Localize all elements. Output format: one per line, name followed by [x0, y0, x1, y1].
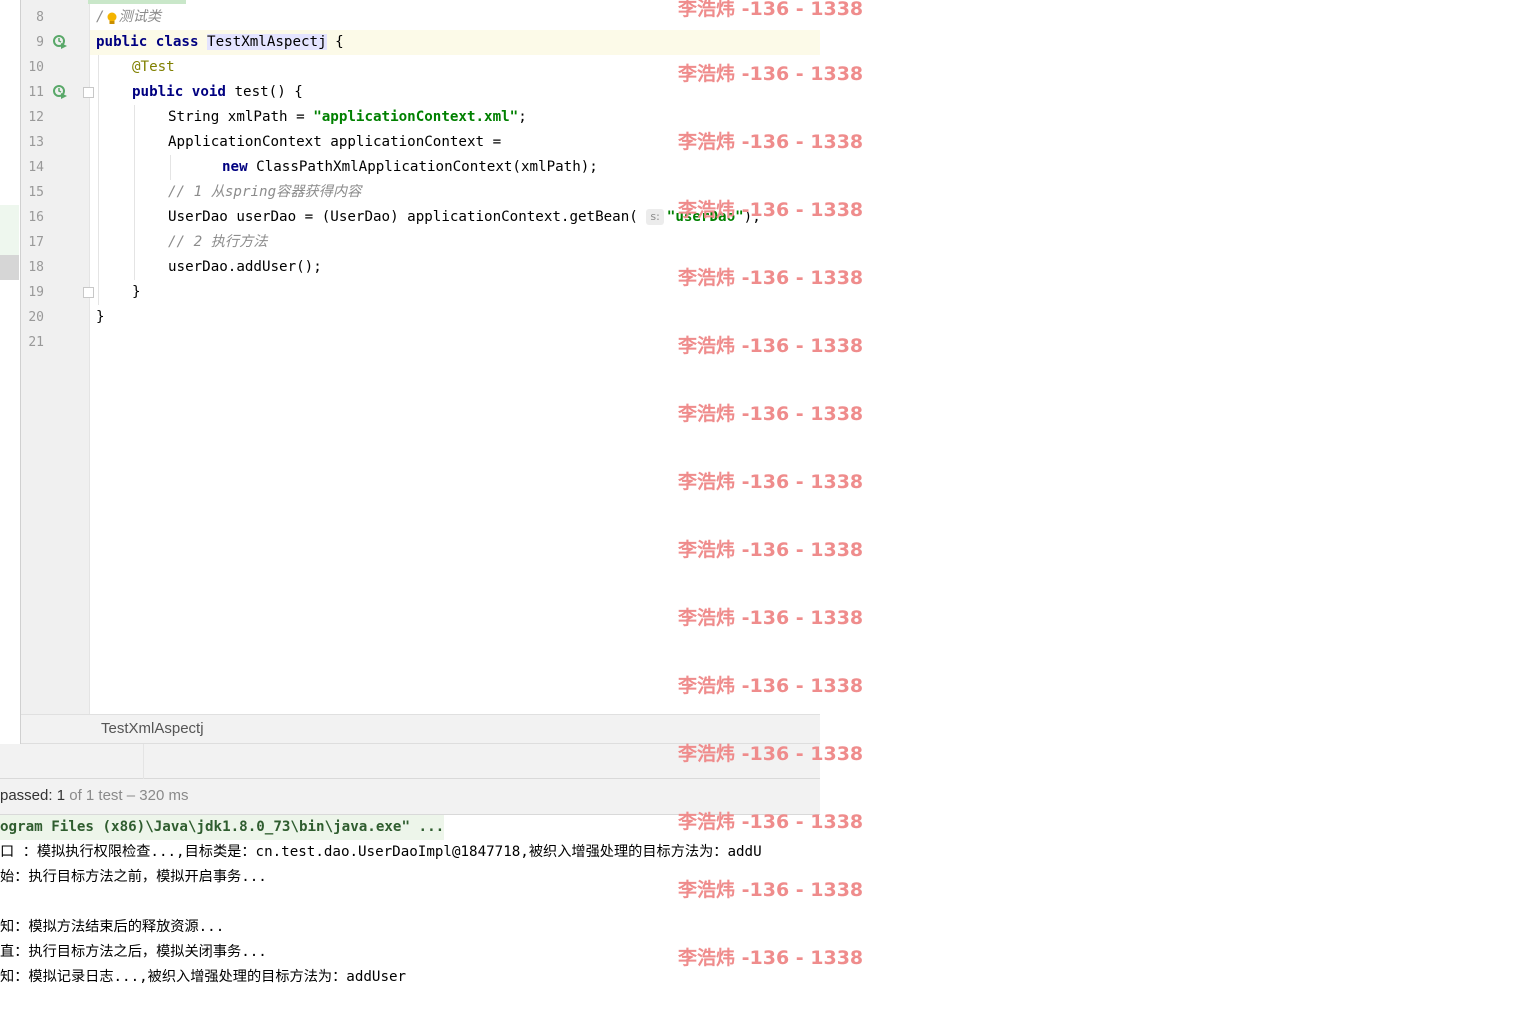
- indent-guide: [170, 155, 171, 180]
- watermark: 李浩炜 -136 - 1338: [678, 0, 864, 20]
- watermark: 李浩炜 -136 - 1338: [678, 675, 864, 697]
- code-line-12: String xmlPath = "applicationContext.xml…: [168, 105, 527, 130]
- code-line-19: }: [132, 284, 141, 300]
- line-number: 14: [28, 160, 44, 175]
- watermark: 李浩炜 -136 - 1338: [678, 403, 864, 425]
- code-line-18: userDao.addUser();: [168, 259, 322, 275]
- line-number: 17: [28, 235, 44, 250]
- console-line: 口 ：模拟执行权限检查...,目标类是：cn.test.dao.UserDaoI…: [0, 844, 762, 860]
- vcs-change-marker: [0, 255, 19, 280]
- line-number: 12: [28, 110, 44, 125]
- line-number: 20: [28, 310, 44, 325]
- code-line-10: @Test: [132, 55, 175, 80]
- console-command-line: ogram Files (x86)\Java\jdk1.8.0_73\bin\j…: [0, 815, 445, 840]
- watermark: 李浩炜 -136 - 1338: [678, 607, 864, 629]
- comment-token: /: [96, 9, 105, 25]
- watermark: 李浩炜 -136 - 1338: [678, 199, 864, 221]
- annotation-token: @Test: [132, 59, 175, 75]
- breadcrumb-item[interactable]: TestXmlAspectj: [101, 720, 204, 737]
- watermark: 李浩炜 -136 - 1338: [678, 63, 864, 85]
- change-marker: [88, 0, 186, 4]
- run-test-method-icon[interactable]: [52, 84, 68, 100]
- code-line-9: public class TestXmlAspectj {: [96, 30, 344, 55]
- code-token: test() {: [225, 84, 303, 100]
- watermark: 李浩炜 -136 - 1338: [678, 267, 864, 289]
- code-line-11: public void test() {: [132, 80, 303, 105]
- watermark: 李浩炜 -136 - 1338: [678, 471, 864, 493]
- watermark: 李浩炜 -136 - 1338: [678, 879, 864, 901]
- code-token: {: [326, 34, 344, 50]
- code-line-15: // 1 从spring容器获得内容: [168, 184, 362, 200]
- class-name-token: TestXmlAspectj: [207, 34, 327, 50]
- line-number: 13: [28, 135, 44, 150]
- console-output[interactable]: ogram Files (x86)\Java\jdk1.8.0_73\bin\j…: [0, 815, 820, 1017]
- console-line: 知：模拟记录日志...,被织入增强处理的目标方法为：addUser: [0, 969, 407, 985]
- line-number: 15: [28, 185, 44, 200]
- indent-guide: [98, 55, 99, 305]
- line-number: 19: [28, 285, 44, 300]
- line-number: 10: [28, 60, 44, 75]
- line-number: 21: [28, 335, 44, 350]
- code-token: UserDao userDao = (UserDao) applicationC…: [168, 209, 638, 225]
- watermark: 李浩炜 -136 - 1338: [678, 539, 864, 561]
- tests-passed-count: 1: [56, 787, 66, 804]
- comment-token: 测试类: [118, 9, 162, 25]
- line-number: 9: [36, 35, 44, 50]
- line-number: 18: [28, 260, 44, 275]
- tests-passed-label: passed:: [0, 787, 53, 804]
- code-line-20: }: [96, 309, 105, 325]
- indent-guide: [134, 105, 135, 280]
- code-token: ClassPathXmlApplicationContext(xmlPath);: [247, 159, 598, 175]
- code-line-16: UserDao userDao = (UserDao) applicationC…: [168, 205, 761, 230]
- watermark: 李浩炜 -136 - 1338: [678, 131, 864, 153]
- code-line-8: / 测试类: [96, 5, 161, 30]
- watermark: 李浩炜 -136 - 1338: [678, 335, 864, 357]
- toolbar-separator: [143, 744, 144, 779]
- fold-marker-icon[interactable]: [83, 287, 94, 298]
- fold-marker-icon[interactable]: [83, 87, 94, 98]
- run-test-class-icon[interactable]: [52, 34, 68, 50]
- string-token: "applicationContext.xml": [313, 109, 519, 125]
- watermark: 李浩炜 -136 - 1338: [678, 743, 864, 765]
- line-number: 11: [28, 85, 44, 100]
- tests-detail: of 1 test – 320 ms: [69, 787, 189, 804]
- code-line-14: new ClassPathXmlApplicationContext(xmlPa…: [222, 155, 598, 180]
- vcs-change-marker: [0, 205, 19, 255]
- left-tool-strip: [0, 0, 21, 744]
- line-number: 8: [36, 10, 44, 25]
- keyword-token: public void: [132, 84, 226, 100]
- watermark: 李浩炜 -136 - 1338: [678, 947, 864, 969]
- keyword-token: public class: [96, 34, 199, 50]
- code-token: String xmlPath =: [168, 109, 314, 125]
- line-number: 16: [28, 210, 44, 225]
- keyword-token: new: [222, 159, 248, 175]
- code-token: ;: [518, 109, 527, 125]
- watermark: 李浩炜 -136 - 1338: [678, 811, 864, 833]
- console-line: 直：执行目标方法之后，模拟关闭事务...: [0, 944, 267, 960]
- code-line-17: // 2 执行方法: [168, 234, 268, 250]
- console-line: 知：模拟方法结束后的释放资源...: [0, 919, 225, 935]
- console-line: 始：执行目标方法之前，模拟开启事务...: [0, 869, 267, 885]
- code-line-13: ApplicationContext applicationContext =: [168, 134, 502, 150]
- parameter-hint: s:: [646, 209, 664, 225]
